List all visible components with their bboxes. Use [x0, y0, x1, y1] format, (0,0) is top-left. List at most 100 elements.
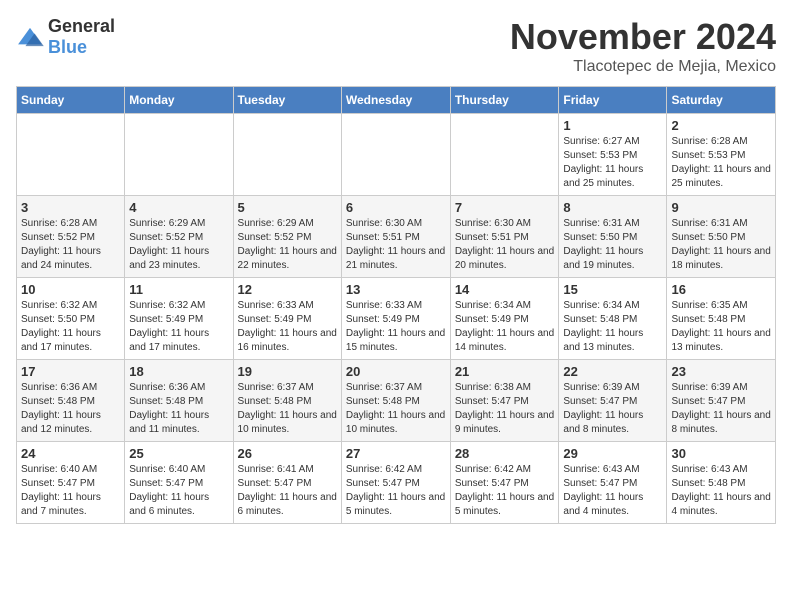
- calendar-cell: [450, 114, 559, 196]
- day-number: 8: [563, 200, 662, 215]
- header-wednesday: Wednesday: [341, 87, 450, 114]
- header-monday: Monday: [125, 87, 233, 114]
- day-number: 19: [238, 364, 337, 379]
- day-info: Sunrise: 6:28 AM Sunset: 5:52 PM Dayligh…: [21, 217, 120, 273]
- day-info: Sunrise: 6:32 AM Sunset: 5:50 PM Dayligh…: [21, 299, 120, 355]
- day-number: 27: [346, 446, 446, 461]
- header-saturday: Saturday: [667, 87, 776, 114]
- day-number: 4: [129, 200, 228, 215]
- calendar-cell: 25Sunrise: 6:40 AM Sunset: 5:47 PM Dayli…: [125, 442, 233, 524]
- day-info: Sunrise: 6:29 AM Sunset: 5:52 PM Dayligh…: [129, 217, 228, 273]
- day-info: Sunrise: 6:39 AM Sunset: 5:47 PM Dayligh…: [563, 381, 662, 437]
- day-info: Sunrise: 6:42 AM Sunset: 5:47 PM Dayligh…: [455, 463, 555, 519]
- calendar-cell: [17, 114, 125, 196]
- calendar-cell: 4 Sunrise: 6:29 AM Sunset: 5:52 PM Daylig…: [125, 196, 233, 278]
- day-number: 5: [238, 200, 337, 215]
- day-number: 28: [455, 446, 555, 461]
- day-info: Sunrise: 6:30 AM Sunset: 5:51 PM Dayligh…: [455, 217, 555, 273]
- calendar-cell: 10 Sunrise: 6:32 AM Sunset: 5:50 PM Dayli…: [17, 278, 125, 360]
- calendar-cell: 28 Sunrise: 6:42 AM Sunset: 5:47 PM Dayli…: [450, 442, 559, 524]
- day-number: 6: [346, 200, 446, 215]
- day-number: 15: [563, 282, 662, 297]
- day-number: 17: [21, 364, 120, 379]
- day-info: Sunrise: 6:32 AM Sunset: 5:49 PM Dayligh…: [129, 299, 228, 355]
- calendar-cell: 30 Sunrise: 6:43 AM Sunset: 5:48 PM Dayli…: [667, 442, 776, 524]
- day-info: Sunrise: 6:36 AM Sunset: 5:48 PM Dayligh…: [129, 381, 228, 437]
- day-info: Sunrise: 6:31 AM Sunset: 5:50 PM Dayligh…: [563, 217, 662, 273]
- calendar-cell: 9 Sunrise: 6:31 AM Sunset: 5:50 PM Daylig…: [667, 196, 776, 278]
- day-info: Sunrise: 6:39 AM Sunset: 5:47 PM Dayligh…: [671, 381, 771, 437]
- day-number: 16: [671, 282, 771, 297]
- calendar-cell: 18Sunrise: 6:36 AM Sunset: 5:48 PM Dayli…: [125, 360, 233, 442]
- calendar-week-row: 24 Sunrise: 6:40 AM Sunset: 5:47 PM Dayli…: [17, 442, 776, 524]
- day-info: Sunrise: 6:37 AM Sunset: 5:48 PM Dayligh…: [346, 381, 446, 437]
- calendar-week-row: 1Sunrise: 6:27 AM Sunset: 5:53 PM Daylig…: [17, 114, 776, 196]
- calendar-cell: 19Sunrise: 6:37 AM Sunset: 5:48 PM Dayli…: [233, 360, 341, 442]
- calendar-cell: 16 Sunrise: 6:35 AM Sunset: 5:48 PM Dayli…: [667, 278, 776, 360]
- calendar-cell: 7 Sunrise: 6:30 AM Sunset: 5:51 PM Daylig…: [450, 196, 559, 278]
- calendar-cell: 29 Sunrise: 6:43 AM Sunset: 5:47 PM Dayli…: [559, 442, 667, 524]
- calendar-cell: 14Sunrise: 6:34 AM Sunset: 5:49 PM Dayli…: [450, 278, 559, 360]
- calendar-cell: 20 Sunrise: 6:37 AM Sunset: 5:48 PM Dayli…: [341, 360, 450, 442]
- calendar-week-row: 3Sunrise: 6:28 AM Sunset: 5:52 PM Daylig…: [17, 196, 776, 278]
- day-info: Sunrise: 6:33 AM Sunset: 5:49 PM Dayligh…: [346, 299, 446, 355]
- calendar-cell: 27 Sunrise: 6:42 AM Sunset: 5:47 PM Dayli…: [341, 442, 450, 524]
- header-sunday: Sunday: [17, 87, 125, 114]
- day-number: 10: [21, 282, 120, 297]
- calendar: SundayMondayTuesdayWednesdayThursdayFrid…: [16, 86, 776, 524]
- day-info: Sunrise: 6:43 AM Sunset: 5:47 PM Dayligh…: [563, 463, 662, 519]
- calendar-cell: 8 Sunrise: 6:31 AM Sunset: 5:50 PM Daylig…: [559, 196, 667, 278]
- calendar-cell: 2Sunrise: 6:28 AM Sunset: 5:53 PM Daylig…: [667, 114, 776, 196]
- day-info: Sunrise: 6:36 AM Sunset: 5:48 PM Dayligh…: [21, 381, 120, 437]
- day-number: 21: [455, 364, 555, 379]
- day-info: Sunrise: 6:30 AM Sunset: 5:51 PM Dayligh…: [346, 217, 446, 273]
- day-info: Sunrise: 6:43 AM Sunset: 5:48 PM Dayligh…: [671, 463, 771, 519]
- day-number: 24: [21, 446, 120, 461]
- logo-icon: [16, 26, 44, 48]
- calendar-cell: 6 Sunrise: 6:30 AM Sunset: 5:51 PM Daylig…: [341, 196, 450, 278]
- day-info: Sunrise: 6:31 AM Sunset: 5:50 PM Dayligh…: [671, 217, 771, 273]
- month-title: November 2024: [510, 16, 776, 58]
- day-info: Sunrise: 6:38 AM Sunset: 5:47 PM Dayligh…: [455, 381, 555, 437]
- calendar-cell: 26Sunrise: 6:41 AM Sunset: 5:47 PM Dayli…: [233, 442, 341, 524]
- calendar-cell: [125, 114, 233, 196]
- calendar-header-row: SundayMondayTuesdayWednesdayThursdayFrid…: [17, 87, 776, 114]
- calendar-cell: 21 Sunrise: 6:38 AM Sunset: 5:47 PM Dayli…: [450, 360, 559, 442]
- day-number: 1: [563, 118, 662, 133]
- calendar-cell: 22Sunrise: 6:39 AM Sunset: 5:47 PM Dayli…: [559, 360, 667, 442]
- calendar-cell: 13 Sunrise: 6:33 AM Sunset: 5:49 PM Dayli…: [341, 278, 450, 360]
- day-number: 23: [671, 364, 771, 379]
- calendar-cell: 17 Sunrise: 6:36 AM Sunset: 5:48 PM Dayli…: [17, 360, 125, 442]
- day-info: Sunrise: 6:40 AM Sunset: 5:47 PM Dayligh…: [21, 463, 120, 519]
- day-number: 25: [129, 446, 228, 461]
- day-info: Sunrise: 6:41 AM Sunset: 5:47 PM Dayligh…: [238, 463, 337, 519]
- calendar-cell: [233, 114, 341, 196]
- day-number: 11: [129, 282, 228, 297]
- calendar-cell: 11 Sunrise: 6:32 AM Sunset: 5:49 PM Dayli…: [125, 278, 233, 360]
- calendar-cell: 3Sunrise: 6:28 AM Sunset: 5:52 PM Daylig…: [17, 196, 125, 278]
- day-number: 12: [238, 282, 337, 297]
- day-info: Sunrise: 6:34 AM Sunset: 5:49 PM Dayligh…: [455, 299, 555, 355]
- logo-general: General: [48, 16, 115, 36]
- day-info: Sunrise: 6:34 AM Sunset: 5:48 PM Dayligh…: [563, 299, 662, 355]
- calendar-week-row: 10 Sunrise: 6:32 AM Sunset: 5:50 PM Dayli…: [17, 278, 776, 360]
- title-section: November 2024 Tlacotepec de Mejia, Mexic…: [510, 16, 776, 76]
- calendar-cell: 23 Sunrise: 6:39 AM Sunset: 5:47 PM Dayli…: [667, 360, 776, 442]
- logo-blue: Blue: [48, 37, 87, 57]
- logo: General Blue: [16, 16, 115, 58]
- day-number: 20: [346, 364, 446, 379]
- day-number: 13: [346, 282, 446, 297]
- day-info: Sunrise: 6:29 AM Sunset: 5:52 PM Dayligh…: [238, 217, 337, 273]
- day-info: Sunrise: 6:42 AM Sunset: 5:47 PM Dayligh…: [346, 463, 446, 519]
- day-number: 2: [671, 118, 771, 133]
- header-friday: Friday: [559, 87, 667, 114]
- day-info: Sunrise: 6:35 AM Sunset: 5:48 PM Dayligh…: [671, 299, 771, 355]
- day-number: 29: [563, 446, 662, 461]
- calendar-week-row: 17 Sunrise: 6:36 AM Sunset: 5:48 PM Dayli…: [17, 360, 776, 442]
- day-number: 30: [671, 446, 771, 461]
- day-number: 7: [455, 200, 555, 215]
- location: Tlacotepec de Mejia, Mexico: [510, 58, 776, 76]
- calendar-cell: 12Sunrise: 6:33 AM Sunset: 5:49 PM Dayli…: [233, 278, 341, 360]
- day-number: 9: [671, 200, 771, 215]
- header-tuesday: Tuesday: [233, 87, 341, 114]
